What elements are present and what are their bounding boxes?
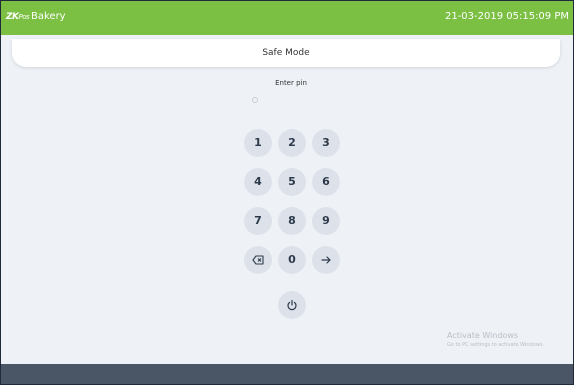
zkpos-logo: ZKPos [6, 12, 30, 22]
arrow-right-icon [321, 256, 331, 264]
key-2[interactable]: 2 [278, 129, 306, 157]
key-3[interactable]: 3 [312, 129, 340, 157]
key-8[interactable]: 8 [278, 207, 306, 235]
app-window: ZKPos Bakery 21-03-2019 05:15:09 PM Safe… [0, 0, 574, 385]
key-9[interactable]: 9 [312, 207, 340, 235]
watermark-subtitle: Go to PC settings to activate Windows. [447, 342, 545, 348]
app-name: Bakery [31, 11, 66, 22]
activate-windows-watermark: Activate Windows Go to PC settings to ac… [447, 331, 544, 348]
top-bar: ZKPos Bakery 21-03-2019 05:15:09 PM [1, 1, 573, 35]
key-7[interactable]: 7 [244, 207, 272, 235]
pin-indicator [252, 97, 258, 103]
date-time: 21-03-2019 05:15:09 PM [444, 11, 569, 22]
pin-prompt: Enter pin [275, 79, 307, 87]
power-button[interactable] [278, 291, 306, 319]
key-6[interactable]: 6 [312, 168, 340, 196]
key-0[interactable]: 0 [278, 246, 306, 274]
power-icon [287, 299, 297, 311]
key-1[interactable]: 1 [244, 129, 272, 157]
backspace-icon [252, 255, 264, 265]
watermark-title: Activate Windows [447, 331, 519, 340]
backspace-button[interactable] [244, 246, 272, 274]
footer-bar [1, 364, 573, 384]
enter-button[interactable] [312, 246, 340, 274]
key-5[interactable]: 5 [278, 168, 306, 196]
key-4[interactable]: 4 [244, 168, 272, 196]
page-title: Safe Mode [12, 39, 560, 67]
